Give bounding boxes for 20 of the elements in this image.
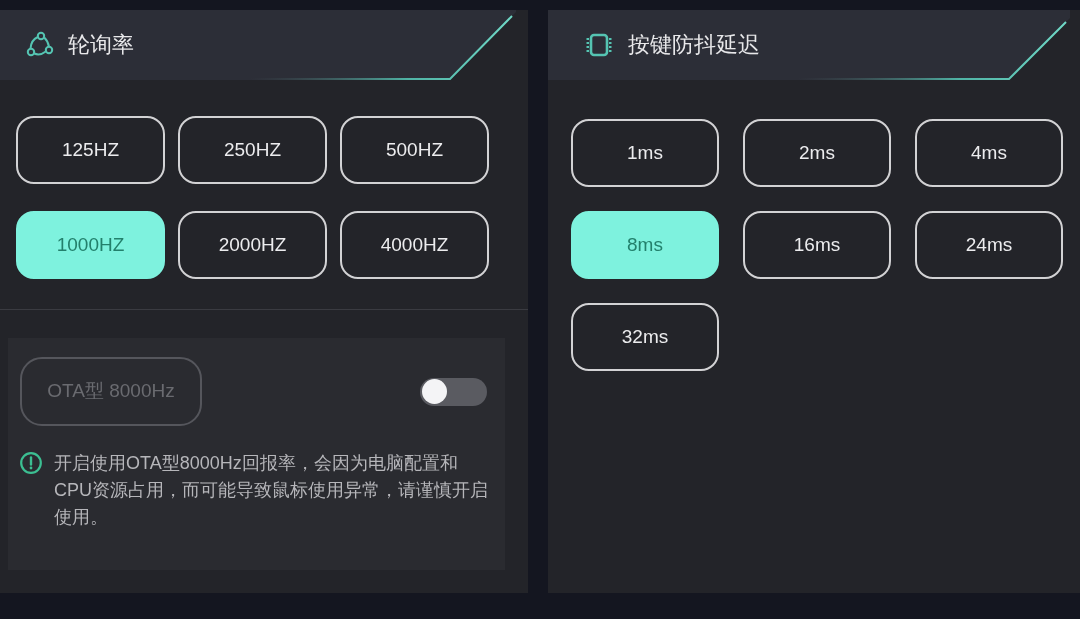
cycle-nodes-icon: [26, 31, 54, 59]
option-button[interactable]: 4ms: [915, 119, 1063, 187]
option-button[interactable]: 1000HZ: [16, 211, 165, 279]
alert-icon: [20, 452, 42, 474]
option-button[interactable]: 2ms: [743, 119, 891, 187]
toggle-knob: [422, 379, 447, 404]
option-button[interactable]: 32ms: [571, 303, 719, 371]
option-button[interactable]: 250HZ: [178, 116, 327, 184]
warning-text: 开启使用OTA型8000Hz回报率，会因为电脑配置和CPU资源占用，而可能导致鼠标使用异常，请谨慎开启使用。: [54, 452, 489, 529]
option-button[interactable]: 1ms: [571, 119, 719, 187]
option-button[interactable]: 4000HZ: [340, 211, 489, 279]
panel-title: 轮询率: [68, 34, 134, 56]
panel-title: 按键防抖延迟: [628, 34, 760, 56]
option-button[interactable]: 16ms: [743, 211, 891, 279]
option-button[interactable]: 8ms: [571, 211, 719, 279]
option-button[interactable]: 24ms: [915, 211, 1063, 279]
chip-icon: [585, 32, 613, 58]
option-button[interactable]: 500HZ: [340, 116, 489, 184]
option-button[interactable]: 2000HZ: [178, 211, 327, 279]
option-button[interactable]: 125HZ: [16, 116, 165, 184]
